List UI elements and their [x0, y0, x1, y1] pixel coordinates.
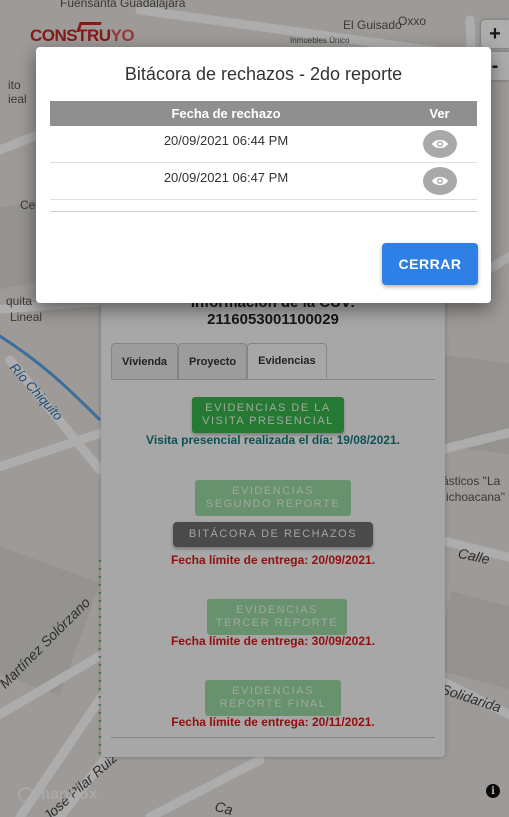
view-cell	[402, 167, 477, 195]
column-header-date: Fecha de rechazo	[171, 106, 281, 121]
close-button[interactable]: CERRAR	[382, 243, 478, 285]
eye-icon	[431, 176, 448, 186]
column-header-view: Ver	[429, 106, 450, 121]
table-footer-divider	[50, 200, 477, 212]
rejection-date: 20/09/2021 06:44 PM	[163, 132, 289, 148]
dialog-title: Bitácora de rechazos - 2do reporte	[124, 64, 403, 84]
eye-icon	[431, 139, 448, 149]
table-row: 20/09/2021 06:47 PM	[50, 163, 477, 200]
view-button[interactable]	[422, 167, 457, 195]
rejection-log-dialog: Bitácora de rechazos - 2do reporte Fecha…	[36, 47, 491, 303]
rejection-date: 20/09/2021 06:47 PM	[163, 169, 289, 185]
view-button[interactable]	[422, 130, 457, 158]
table-row: 20/09/2021 06:44 PM	[50, 126, 477, 163]
table-header: Fecha de rechazo Ver	[50, 101, 477, 126]
view-cell	[402, 130, 477, 158]
rejection-log-table: Fecha de rechazo Ver 20/09/2021 06:44 PM…	[50, 101, 477, 212]
